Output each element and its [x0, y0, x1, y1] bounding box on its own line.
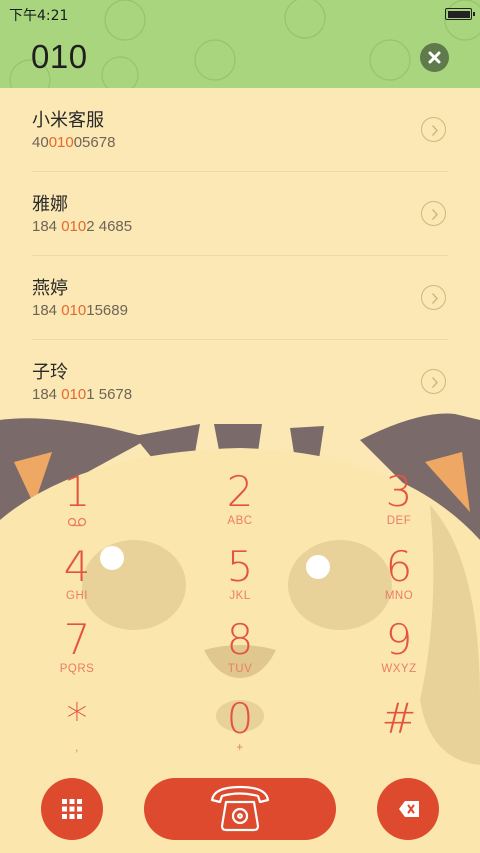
key-9[interactable]: 9 WXYZ [344, 618, 454, 688]
backspace-icon [399, 801, 419, 817]
chevron-right-icon [431, 209, 438, 220]
matched-digits: 010 [61, 386, 87, 403]
key-star[interactable]: * , [22, 697, 132, 767]
contact-number: 184 0102 4685 [32, 218, 133, 235]
voicemail-icon [67, 517, 87, 527]
chevron-right-icon [431, 377, 438, 388]
contact-name: 雅娜 [32, 194, 68, 215]
contact-row[interactable]: 燕婷 184 01015689 [0, 256, 480, 340]
key-4[interactable]: 4 GHI [22, 545, 132, 615]
contact-name: 子玲 [32, 362, 68, 383]
contact-detail-button[interactable] [421, 369, 446, 394]
call-button[interactable] [144, 778, 336, 840]
key-3[interactable]: 3 DEF [344, 470, 454, 540]
dialer-header: 下午4:21 010 [0, 0, 480, 88]
chevron-right-icon [431, 293, 438, 304]
contact-number: 184 0101 5678 [32, 386, 133, 403]
contact-number: 184 01015689 [32, 302, 128, 319]
telephone-icon [210, 785, 270, 832]
contact-name: 燕婷 [32, 278, 68, 299]
dialpad-icon [62, 799, 82, 819]
key-1[interactable]: 1 [22, 470, 132, 540]
status-time: 下午4:21 [9, 8, 69, 24]
toggle-dialpad-button[interactable] [41, 778, 103, 840]
contact-row[interactable]: 小米客服 4001005678 [0, 88, 480, 172]
contact-name: 小米客服 [32, 110, 104, 131]
matched-digits: 010 [48, 134, 74, 151]
key-8[interactable]: 8 TUV [185, 618, 295, 688]
contact-detail-button[interactable] [421, 117, 446, 142]
close-icon [428, 51, 441, 64]
matched-digits: 010 [61, 302, 87, 319]
contact-row[interactable]: 雅娜 184 0102 4685 [0, 172, 480, 256]
chevron-right-icon [431, 125, 438, 136]
key-7[interactable]: 7 PQRS [22, 618, 132, 688]
key-0[interactable]: 0 + [185, 697, 295, 767]
matched-digits: 010 [61, 218, 87, 235]
battery-icon [445, 8, 475, 20]
key-2[interactable]: 2 ABC [185, 470, 295, 540]
key-6[interactable]: 6 MNO [344, 545, 454, 615]
key-hash[interactable]: # [344, 697, 454, 767]
dialed-number-input[interactable]: 010 [31, 38, 88, 76]
key-5[interactable]: 5 JKL [185, 545, 295, 615]
backspace-button[interactable] [377, 778, 439, 840]
status-bar: 下午4:21 [0, 0, 480, 28]
contact-detail-button[interactable] [421, 201, 446, 226]
contact-detail-button[interactable] [421, 285, 446, 310]
clear-input-button[interactable] [420, 43, 449, 72]
contact-number: 4001005678 [32, 134, 116, 151]
contact-row[interactable]: 子玲 184 0101 5678 [0, 340, 480, 424]
